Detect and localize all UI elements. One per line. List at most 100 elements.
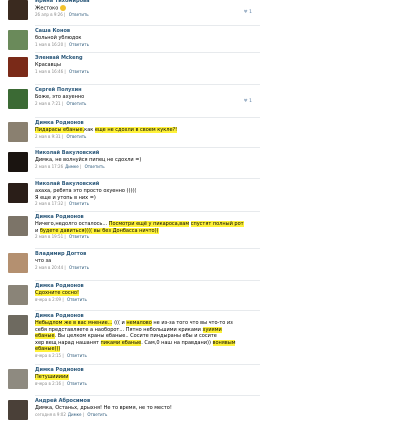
text-segment: Я еще и утопь в них =)	[35, 194, 96, 201]
reply-link[interactable]: Ответить	[69, 265, 89, 270]
reply-link[interactable]: Ответить	[87, 412, 107, 417]
author-name[interactable]: Владимир Догтов	[35, 251, 350, 258]
reply-link[interactable]: Ответить	[69, 201, 89, 206]
divider	[35, 25, 260, 26]
reply-link[interactable]: Ответить	[69, 12, 89, 17]
comment-date[interactable]: 2 мая в 9:31	[35, 134, 61, 139]
comment-date[interactable]: 2 мая в 19:51	[35, 234, 63, 239]
highlighted-text: Петушиииии	[35, 374, 69, 380]
highlighted-text: спустят полный рот	[190, 221, 244, 227]
divider	[35, 364, 260, 365]
author-name[interactable]: Сергей Полухин	[35, 87, 350, 94]
avatar[interactable]	[8, 216, 28, 236]
author-name[interactable]: Николай Вакуловский	[35, 150, 350, 157]
comment-date[interactable]: вчера в 2:16	[35, 381, 61, 386]
avatar[interactable]	[8, 122, 28, 142]
text-segment: Боже, это ахуенно	[35, 94, 85, 100]
divider	[35, 248, 260, 249]
reply-link[interactable]: Ответить	[67, 353, 87, 358]
author-name[interactable]: Андрей Абросимов	[35, 398, 350, 405]
avatar[interactable]	[8, 253, 28, 273]
comment-body: Ирина Тихомирова Жестоко 26 апр в 9:26 | …	[35, 0, 350, 18]
avatar[interactable]	[8, 285, 28, 305]
divider	[35, 147, 260, 148]
like-button[interactable]: ♥ 1	[244, 10, 252, 15]
meta-separator: |	[60, 133, 65, 139]
highlighted-text: хуиями	[202, 326, 222, 333]
text-segment: Красавцы	[35, 62, 61, 68]
reply-to-link[interactable]: Димке	[65, 164, 79, 169]
author-name[interactable]: Эленвай Мсkeng	[35, 55, 350, 62]
comment-text: Жестоко	[35, 5, 350, 12]
comment-body: Николай Вакуловский Димка, не волнуйся пи…	[35, 150, 350, 170]
avatar[interactable]	[8, 400, 28, 420]
avatar[interactable]	[8, 369, 28, 389]
reply-to-link[interactable]: Димке	[68, 412, 82, 417]
divider	[35, 178, 260, 179]
author-name[interactable]: Николай Вакуловский	[35, 181, 350, 188]
reply-link[interactable]: Ответить	[85, 164, 105, 169]
meta-separator: |	[63, 41, 68, 47]
text-segment: Жестоко	[35, 5, 60, 12]
comment-body: Димка Родионов Сдохните сосно! вчера в 2:0…	[35, 283, 350, 303]
comment-body: Саша Конов больной ублюдок 1 мая в 16:20 |…	[35, 28, 350, 48]
comment-date[interactable]: 2 мая в 7:21	[35, 101, 61, 106]
meta-separator: |	[61, 380, 65, 386]
comment-date[interactable]: 2 мая в 20:44	[35, 265, 63, 270]
avatar[interactable]	[8, 0, 28, 20]
author-name[interactable]: Димка Родионов	[35, 120, 350, 127]
text-segment: не из-за того что вы что-то из	[151, 320, 233, 326]
highlighted-text: немалово	[126, 320, 152, 326]
text-segment: что за	[35, 258, 52, 264]
highlighted-text: Сдохните сосно!	[35, 290, 79, 296]
meta-separator: |	[61, 296, 65, 302]
comment-meta: 1 мая в 16:46 | Ответить	[35, 69, 350, 75]
like-count: 1	[249, 9, 252, 15]
reply-link[interactable]: Ответить	[67, 297, 87, 302]
avatar[interactable]	[8, 152, 28, 172]
comment-date[interactable]: сегодня в 9:02	[35, 412, 66, 417]
like-button[interactable]: ♥ 1	[244, 99, 252, 104]
comment-meta: 2 мая в 7:21 | Ответить	[35, 101, 350, 107]
meta-separator: |	[78, 163, 83, 169]
author-name[interactable]: Димка Родионов	[35, 283, 350, 290]
reply-link[interactable]: Ответить	[69, 234, 89, 239]
divider	[35, 280, 260, 281]
comment-meta: 1 мая в 16:20 | Ответить	[35, 42, 350, 48]
reply-link[interactable]: Ответить	[66, 101, 86, 106]
reply-link[interactable]: Ответить	[69, 69, 89, 74]
text-segment: ахаха, ребята это просто охуенно (((((	[35, 188, 137, 194]
avatar[interactable]	[8, 315, 28, 335]
meta-separator: |	[63, 264, 68, 270]
text-segment: Димка, Останьх, дрыхня! Не то время, не …	[35, 405, 172, 411]
author-name[interactable]: Саша Конов	[35, 28, 350, 35]
author-name[interactable]: Димка Родионов	[35, 367, 350, 374]
comment-date[interactable]: 2 мая в 17:32	[35, 201, 63, 206]
comment-body: Димка Родионов Ничего,недолго осталось...…	[35, 214, 350, 240]
reply-link[interactable]: Ответить	[66, 134, 86, 139]
author-name[interactable]: Димка Родионов	[35, 214, 350, 221]
highlighted-text: Небыдлом же в вас мнение...	[35, 320, 113, 326]
comment-date[interactable]: 26 апр в 9:26	[35, 12, 63, 17]
reply-link[interactable]: Ответить	[67, 381, 87, 386]
divider	[35, 52, 260, 53]
author-name[interactable]: Димка Родионов	[35, 313, 350, 320]
comment-date[interactable]: 2 мая в 17:26	[35, 164, 63, 169]
comment-date[interactable]: 1 мая в 16:46	[35, 69, 63, 74]
text-segment: как	[84, 127, 95, 133]
comment-meta: 2 мая в 9:31 | Ответить	[35, 134, 350, 140]
divider	[35, 211, 260, 212]
reply-link[interactable]: Ответить	[69, 42, 89, 47]
comments-feed: Ирина Тихомирова Жестоко 26 апр в 9:26 | …	[0, 0, 400, 427]
comment-date[interactable]: вчера в 2:09	[35, 297, 61, 302]
avatar[interactable]	[8, 30, 28, 50]
highlighted-text: пиками ебаные	[100, 339, 142, 346]
avatar[interactable]	[8, 57, 28, 77]
comment-date[interactable]: вчера в 2:15	[35, 353, 61, 358]
avatar[interactable]	[8, 183, 28, 203]
text-segment: Ничего,недолго осталось...	[35, 221, 109, 227]
highlighted-text: ебаные	[35, 333, 55, 339]
avatar[interactable]	[8, 89, 28, 109]
comment-date[interactable]: 1 мая в 16:20	[35, 42, 63, 47]
text-segment: больной ублюдок	[35, 35, 82, 41]
